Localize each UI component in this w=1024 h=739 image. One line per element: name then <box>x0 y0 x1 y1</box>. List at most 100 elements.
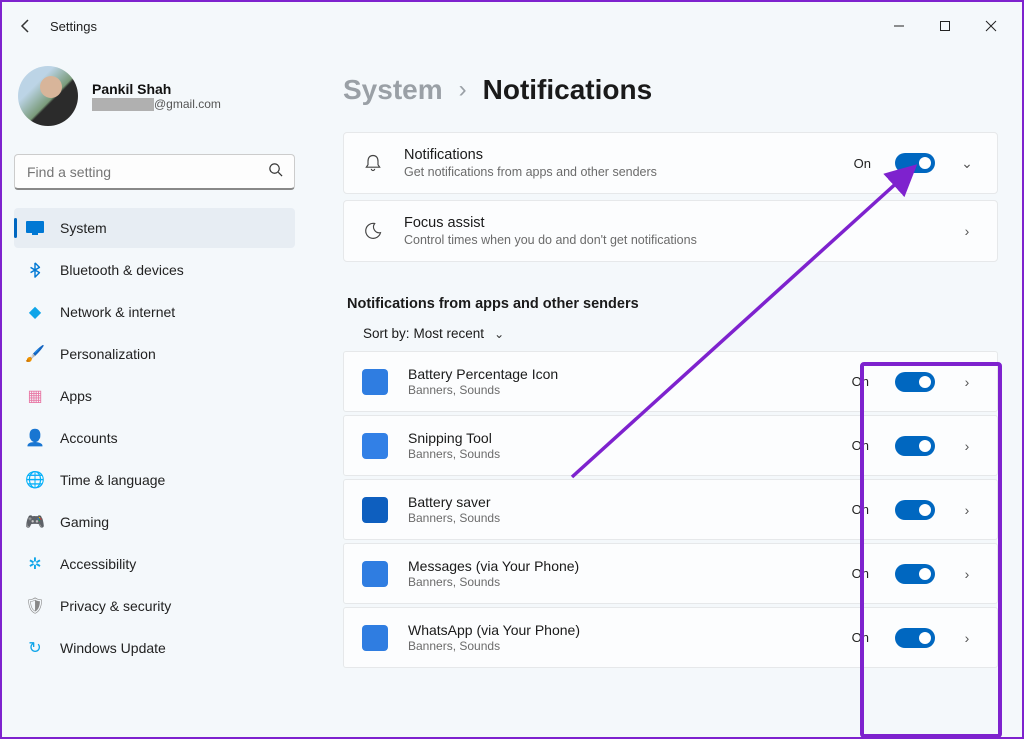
chevron-right-icon: › <box>955 502 979 518</box>
sidebar-item-time-language[interactable]: 🌐 Time & language <box>14 460 295 500</box>
chevron-right-icon: › <box>955 374 979 390</box>
app-subtitle: Banners, Sounds <box>408 511 832 525</box>
app-icon <box>362 625 388 651</box>
toggle-state-label: On <box>852 502 869 517</box>
sidebar-item-label: System <box>60 220 107 236</box>
sidebar-item-label: Privacy & security <box>60 598 171 614</box>
section-label: Notifications from apps and other sender… <box>347 296 998 312</box>
sidebar-item-label: Time & language <box>60 472 165 488</box>
titlebar: Settings <box>2 2 1022 50</box>
card-subtitle: Control times when you do and don't get … <box>404 233 935 247</box>
toggle-state-label: On <box>852 374 869 389</box>
close-icon <box>985 20 997 32</box>
sidebar-item-personalization[interactable]: 🖌️Personalization <box>14 334 295 374</box>
windows-update-icon: ↻ <box>26 639 44 657</box>
sidebar-item-label: Bluetooth & devices <box>60 262 184 278</box>
sidebar-item-label: Windows Update <box>60 640 166 656</box>
arrow-left-icon <box>18 18 34 34</box>
app-icon <box>362 369 388 395</box>
privacy-security-icon: 🛡 <box>26 597 44 615</box>
profile-email: @gmail.com <box>92 97 221 111</box>
sidebar-item-bluetooth-devices[interactable]: Bluetooth & devices <box>14 250 295 290</box>
sidebar-item-system[interactable]: System <box>14 208 295 248</box>
chevron-right-icon: › <box>459 76 467 104</box>
bluetooth-devices-icon <box>26 261 44 279</box>
sidebar-item-accounts[interactable]: 👤 Accounts <box>14 418 295 458</box>
sort-value[interactable]: Most recent <box>414 326 485 341</box>
app-toggle[interactable] <box>895 628 935 648</box>
back-button[interactable] <box>10 10 42 42</box>
toggle-state-label: On <box>852 438 869 453</box>
time-language-icon: 🌐 <box>26 471 44 489</box>
avatar <box>18 66 78 126</box>
app-name: Battery saver <box>408 494 832 510</box>
app-row[interactable]: Messages (via Your Phone)Banners, Sounds… <box>343 543 998 604</box>
toggle-state-label: On <box>854 156 871 171</box>
chevron-right-icon: › <box>955 630 979 646</box>
focus-assist-card[interactable]: Focus assist Control times when you do a… <box>343 200 998 262</box>
main-content: System › Notifications Notifications Get… <box>307 50 1022 737</box>
bell-icon <box>362 153 384 173</box>
card-title: Notifications <box>404 147 834 163</box>
app-icon <box>362 561 388 587</box>
card-subtitle: Get notifications from apps and other se… <box>404 165 834 179</box>
search-container <box>14 154 295 190</box>
profile-block[interactable]: Pankil Shah @gmail.com <box>14 58 295 142</box>
app-name: Messages (via Your Phone) <box>408 558 832 574</box>
sidebar-item-label: Accessibility <box>60 556 136 572</box>
sidebar-item-privacy-security[interactable]: 🛡 Privacy & security <box>14 586 295 626</box>
sort-label: Sort by: <box>363 326 410 341</box>
sort-control[interactable]: Sort by: Most recent ⌄ <box>363 326 998 341</box>
window-title: Settings <box>50 19 97 34</box>
app-row[interactable]: Snipping ToolBanners, Sounds On › <box>343 415 998 476</box>
minimize-icon <box>893 20 905 32</box>
system-icon <box>26 219 44 237</box>
app-subtitle: Banners, Sounds <box>408 447 832 461</box>
profile-name: Pankil Shah <box>92 81 221 97</box>
app-subtitle: Banners, Sounds <box>408 575 832 589</box>
app-subtitle: Banners, Sounds <box>408 383 832 397</box>
sidebar-item-gaming[interactable]: 🎮Gaming <box>14 502 295 542</box>
app-name: Snipping Tool <box>408 430 832 446</box>
breadcrumb: System › Notifications <box>343 74 998 106</box>
sidebar-item-windows-update[interactable]: ↻ Windows Update <box>14 628 295 668</box>
app-toggle[interactable] <box>895 372 935 392</box>
notifications-toggle[interactable] <box>895 153 935 173</box>
sidebar-item-label: Accounts <box>60 430 118 446</box>
network-internet-icon: ◆ <box>26 303 44 321</box>
close-button[interactable] <box>968 10 1014 42</box>
accounts-icon: 👤 <box>26 429 44 447</box>
chevron-down-icon[interactable]: ⌄ <box>955 155 979 172</box>
minimize-button[interactable] <box>876 10 922 42</box>
chevron-down-icon: ⌄ <box>494 327 504 341</box>
app-subtitle: Banners, Sounds <box>408 639 832 653</box>
app-toggle[interactable] <box>895 564 935 584</box>
sidebar-item-label: Network & internet <box>60 304 175 320</box>
sidebar-item-accessibility[interactable]: ✲Accessibility <box>14 544 295 584</box>
chevron-right-icon: › <box>955 223 979 239</box>
maximize-button[interactable] <box>922 10 968 42</box>
breadcrumb-parent[interactable]: System <box>343 74 443 106</box>
sidebar-item-apps[interactable]: ▦Apps <box>14 376 295 416</box>
card-title: Focus assist <box>404 215 935 231</box>
nav-list: System Bluetooth & devices ◆ Network & inte… <box>14 208 295 668</box>
app-name: WhatsApp (via Your Phone) <box>408 622 832 638</box>
notifications-card[interactable]: Notifications Get notifications from app… <box>343 132 998 194</box>
app-row[interactable]: WhatsApp (via Your Phone)Banners, Sounds… <box>343 607 998 668</box>
search-input[interactable] <box>14 154 295 190</box>
chevron-right-icon: › <box>955 438 979 454</box>
toggle-state-label: On <box>852 566 869 581</box>
app-row[interactable]: Battery Percentage IconBanners, SoundsOn… <box>343 351 998 412</box>
app-icon <box>362 497 388 523</box>
app-row[interactable]: Battery saverBanners, Sounds On › <box>343 479 998 540</box>
apps-icon: ▦ <box>26 387 44 405</box>
app-toggle[interactable] <box>895 436 935 456</box>
toggle-state-label: On <box>852 630 869 645</box>
maximize-icon <box>939 20 951 32</box>
redacted-email-prefix <box>92 98 154 111</box>
gaming-icon: 🎮 <box>26 513 44 531</box>
sidebar-item-label: Personalization <box>60 346 156 362</box>
app-toggle[interactable] <box>895 500 935 520</box>
sidebar-item-network-internet[interactable]: ◆ Network & internet <box>14 292 295 332</box>
app-list: Battery Percentage IconBanners, SoundsOn… <box>343 351 998 668</box>
